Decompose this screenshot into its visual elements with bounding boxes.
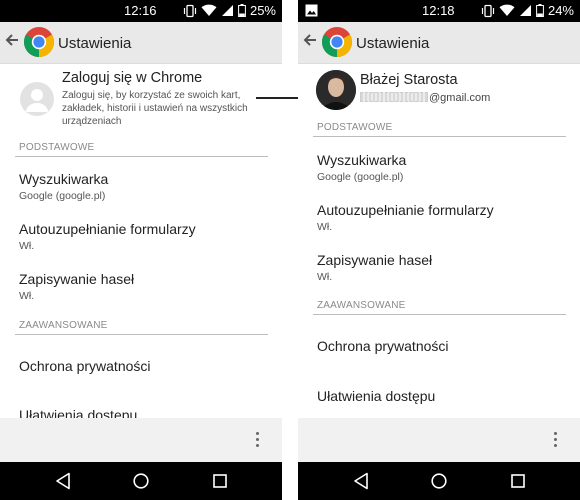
phone-before: 12:16 25% Ustawienia Zaloguj się w Chrom… [0, 0, 282, 500]
account-email: @gmail.com [360, 92, 490, 104]
setting-subtitle: Wł. [317, 271, 333, 283]
setting-title: Ułatwienia dostępu [19, 407, 138, 418]
signal-icon [519, 5, 531, 16]
section-basic-label: PODSTAWOWE [317, 122, 393, 133]
signin-prompt[interactable]: Zaloguj się w Chrome Zaloguj się, by kor… [0, 64, 282, 134]
nav-recents-icon[interactable] [212, 472, 228, 490]
back-arrow-icon[interactable] [302, 32, 318, 48]
wifi-icon [499, 4, 515, 16]
setting-autofill[interactable]: Autouzupełnianie formularzy Wł. [19, 221, 272, 252]
nav-back-icon[interactable] [55, 472, 71, 490]
setting-autofill[interactable]: Autouzupełnianie formularzy Wł. [317, 202, 570, 233]
page-title: Ustawienia [356, 35, 430, 52]
section-advanced: ZAAWANSOWANE [15, 320, 268, 335]
overflow-menu-icon[interactable] [256, 432, 260, 450]
setting-save-passwords[interactable]: Zapisywanie haseł Wł. [317, 252, 570, 283]
bottom-overflow-bar [298, 418, 580, 462]
battery-percent: 24% [547, 3, 574, 18]
section-advanced-label: ZAAWANSOWANE [317, 300, 406, 311]
chrome-logo-icon [23, 27, 55, 58]
setting-title: Wyszukiwarka [19, 171, 109, 187]
section-advanced-label: ZAAWANSOWANE [19, 320, 108, 331]
default-avatar-icon [20, 82, 54, 116]
account-name: Błażej Starosta [360, 72, 458, 88]
setting-privacy[interactable]: Ochrona prywatności [19, 358, 272, 374]
setting-title: Ułatwienia dostępu [317, 388, 436, 404]
setting-title: Ochrona prywatności [19, 358, 151, 374]
settings-list: Zaloguj się w Chrome Zaloguj się, by kor… [0, 64, 282, 418]
back-arrow-icon[interactable] [4, 32, 20, 48]
vibrate-icon [481, 4, 495, 17]
page-title: Ustawienia [58, 35, 132, 52]
battery-icon [238, 4, 246, 17]
setting-privacy[interactable]: Ochrona prywatności [317, 338, 570, 354]
setting-search-engine[interactable]: Wyszukiwarka Google (google.pl) [317, 152, 570, 183]
phone-after: 12:18 24% Ustawienia Błażej Starosta @gm… [298, 0, 580, 500]
battery-icon [536, 4, 544, 17]
section-divider [15, 334, 268, 335]
nav-home-icon[interactable] [132, 472, 150, 490]
comparison-stage: 12:16 25% Ustawienia Zaloguj się w Chrom… [0, 0, 580, 500]
setting-title: Autouzupełnianie formularzy [317, 202, 494, 218]
setting-search-engine[interactable]: Wyszukiwarka Google (google.pl) [19, 171, 272, 202]
system-nav-bar [298, 462, 580, 500]
section-divider [313, 136, 566, 137]
setting-title: Zapisywanie haseł [317, 252, 433, 268]
vibrate-icon [183, 4, 197, 17]
setting-subtitle: Wł. [19, 290, 35, 302]
section-divider [15, 156, 268, 157]
signin-description: Zaloguj się, by korzystać ze swoich kart… [62, 90, 248, 127]
wifi-icon [201, 4, 217, 16]
status-bar: 12:18 24% [298, 0, 580, 22]
chrome-logo-icon [321, 27, 353, 58]
signal-icon [221, 5, 233, 16]
setting-save-passwords[interactable]: Zapisywanie haseł Wł. [19, 271, 272, 302]
nav-back-icon[interactable] [353, 472, 369, 490]
setting-accessibility[interactable]: Ułatwienia dostępu [19, 407, 272, 418]
setting-title: Zapisywanie haseł [19, 271, 135, 287]
setting-subtitle: Wł. [317, 221, 333, 233]
setting-title: Autouzupełnianie formularzy [19, 221, 196, 237]
bottom-overflow-bar [0, 418, 282, 462]
section-basic-label: PODSTAWOWE [19, 142, 95, 153]
status-bar: 12:16 25% [0, 0, 282, 22]
setting-subtitle: Google (google.pl) [19, 190, 106, 202]
setting-subtitle: Wł. [19, 240, 35, 252]
setting-title: Ochrona prywatności [317, 338, 449, 354]
redacted-email-user [360, 92, 428, 102]
status-time: 12:16 [124, 3, 157, 18]
overflow-menu-icon[interactable] [554, 432, 558, 450]
nav-recents-icon[interactable] [510, 472, 526, 490]
setting-title: Wyszukiwarka [317, 152, 407, 168]
section-divider [313, 314, 566, 315]
system-nav-bar [0, 462, 282, 500]
nav-home-icon[interactable] [430, 472, 448, 490]
profile-photo [316, 70, 356, 110]
account-email-domain: @gmail.com [429, 92, 491, 104]
section-basic: PODSTAWOWE [15, 142, 268, 157]
setting-accessibility[interactable]: Ułatwienia dostępu [317, 388, 570, 404]
setting-subtitle: Google (google.pl) [317, 171, 404, 183]
section-basic: PODSTAWOWE [313, 122, 566, 137]
settings-list: Błażej Starosta @gmail.com PODSTAWOWE Wy… [298, 64, 580, 418]
status-time: 12:18 [422, 3, 455, 18]
gallery-icon [305, 4, 318, 17]
section-advanced: ZAAWANSOWANE [313, 300, 566, 315]
app-bar: Ustawienia [0, 22, 282, 64]
battery-percent: 25% [249, 3, 276, 18]
signin-title: Zaloguj się w Chrome [62, 70, 203, 86]
app-bar: Ustawienia [298, 22, 580, 64]
